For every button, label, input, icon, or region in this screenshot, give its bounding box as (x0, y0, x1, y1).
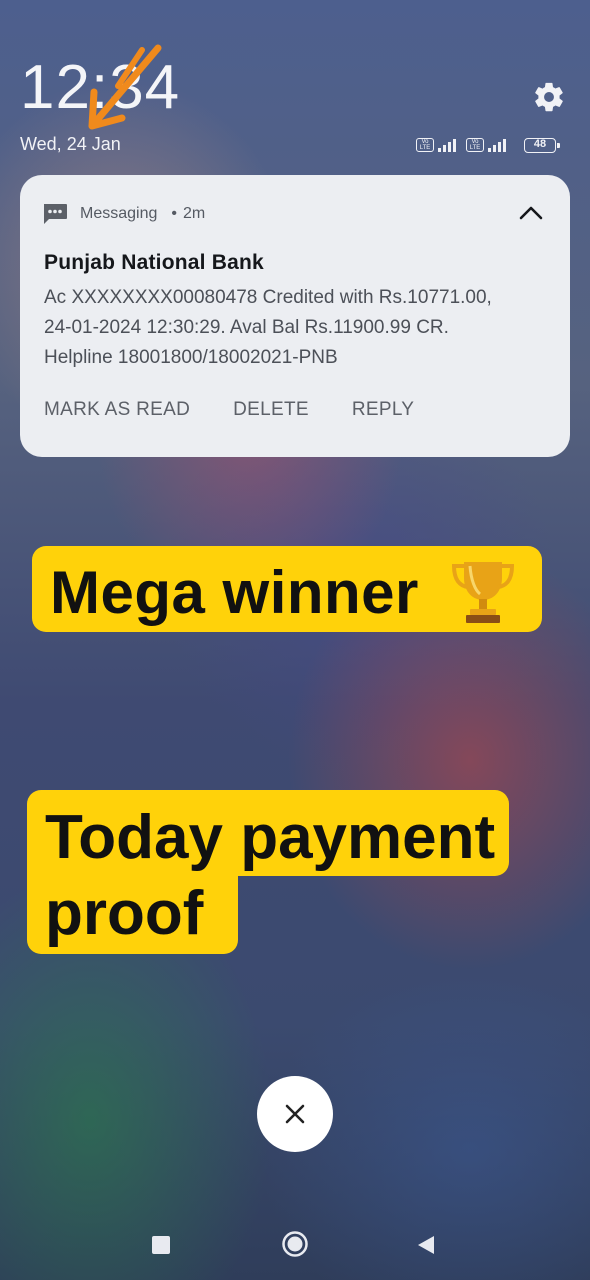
chevron-up-icon[interactable] (518, 203, 544, 223)
close-button[interactable] (257, 1076, 333, 1152)
app-name: Messaging (80, 205, 158, 222)
message-icon (44, 204, 67, 224)
status-icons: Vo LTE Vo LTE 48 (416, 136, 560, 154)
notification-age: 2m (182, 205, 206, 222)
signal-icon (438, 138, 456, 152)
notification-sender: Punjab National Bank (44, 251, 264, 274)
volte-icon: Vo LTE (416, 138, 434, 152)
gear-icon[interactable] (532, 80, 566, 114)
payment-proof-text: Today payment proof (45, 803, 496, 948)
back-button[interactable] (416, 1234, 436, 1256)
mega-winner-banner: Mega winner (32, 546, 542, 632)
battery-level: 48 (533, 137, 547, 150)
volte-icon-2: Vo LTE (466, 138, 484, 152)
mega-winner-text: Mega winner (50, 559, 419, 626)
mark-as-read-button[interactable]: MARK AS READ (44, 399, 190, 421)
notification-actions: MARK AS READ DELETE REPLY (44, 399, 457, 421)
battery-icon: 48 (524, 137, 560, 153)
date-label: Wed, 24 Jan (20, 134, 121, 154)
notification-card[interactable]: Messaging • 2m Punjab National Bank Ac X… (20, 175, 570, 457)
annotation-arrow-icon (88, 44, 162, 130)
trophy-icon (451, 562, 515, 623)
recents-button[interactable] (152, 1236, 170, 1254)
separator-dot: • (171, 205, 177, 222)
signal-icon-2 (488, 138, 506, 152)
close-icon (285, 1104, 305, 1124)
reply-button[interactable]: REPLY (352, 399, 414, 421)
notification-body: Ac XXXXXXXX00080478 Credited with Rs.107… (44, 287, 492, 368)
home-button[interactable] (281, 1230, 309, 1258)
notification-header: Messaging • 2m (42, 203, 205, 225)
delete-button[interactable]: DELETE (233, 399, 309, 421)
